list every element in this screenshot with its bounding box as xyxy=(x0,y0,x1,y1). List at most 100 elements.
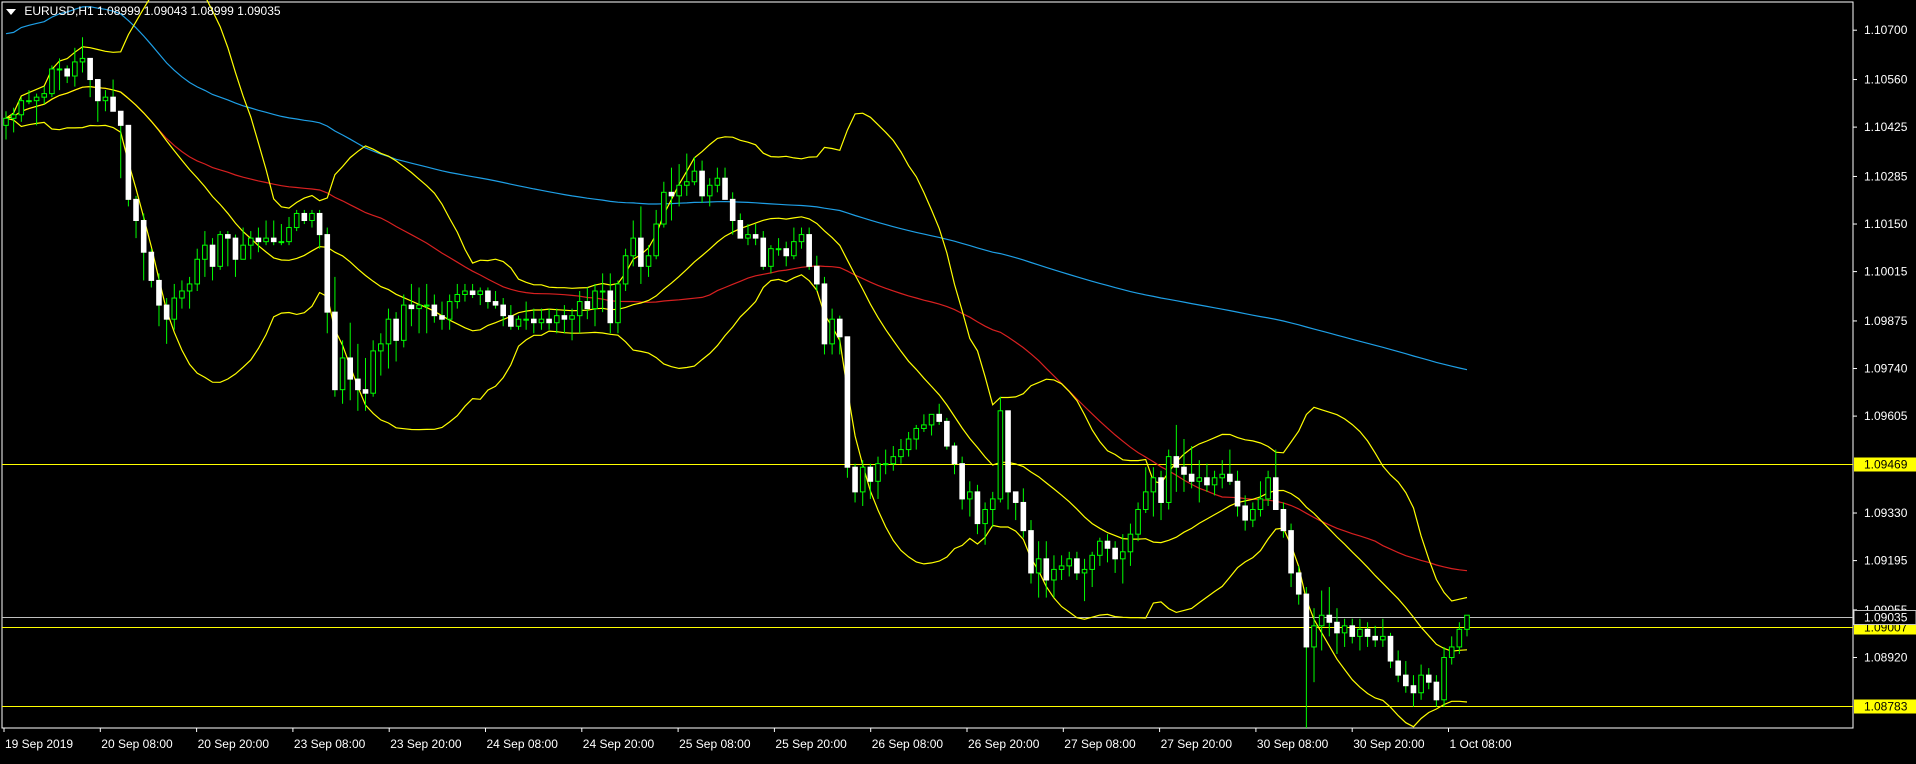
bullish-candle xyxy=(18,100,25,116)
bearish-candle xyxy=(546,318,552,324)
bearish-candle xyxy=(1012,491,1019,503)
bearish-candle xyxy=(959,463,965,500)
bearish-candle xyxy=(87,57,93,81)
bearish-candle xyxy=(729,198,736,222)
chart-menu-triangle-icon[interactable] xyxy=(6,8,16,15)
bullish-candle xyxy=(1196,477,1203,482)
bullish-candle xyxy=(10,114,17,119)
bullish-candle xyxy=(247,237,254,246)
y-tick-label: 1.09330 xyxy=(1864,506,1908,520)
bullish-candle xyxy=(385,318,392,345)
bearish-candle xyxy=(1295,572,1302,595)
bullish-candle xyxy=(1135,508,1141,535)
bullish-candle xyxy=(339,357,346,391)
price-chart[interactable]: 1.10700 1.10560 1.10425 1.10285 1.10150 1.100… xyxy=(0,0,1916,764)
bullish-candle xyxy=(875,463,881,482)
bearish-candle xyxy=(1074,558,1080,574)
bearish-candle xyxy=(752,234,759,239)
bearish-candle xyxy=(209,244,216,267)
bearish-candle xyxy=(316,212,323,236)
bearish-candle xyxy=(1280,508,1287,532)
bearish-candle xyxy=(1188,473,1195,482)
bullish-candle xyxy=(1418,674,1424,694)
x-tick-label: 30 Sep 20:00 xyxy=(1353,737,1425,751)
bearish-candle xyxy=(140,220,147,253)
bullish-candle xyxy=(263,237,269,243)
bullish-candle xyxy=(309,212,315,222)
bearish-candle xyxy=(1387,635,1394,662)
bullish-candle xyxy=(683,181,690,186)
chart-header: EURUSD,H1 1.08999 1.09043 1.08999 1.0903… xyxy=(6,4,281,18)
bullish-candle xyxy=(1456,628,1463,648)
bullish-candle xyxy=(454,294,461,303)
x-tick-label: 26 Sep 08:00 xyxy=(872,737,944,751)
bearish-candle xyxy=(508,315,514,327)
bearish-candle xyxy=(439,315,445,320)
bearish-candle xyxy=(270,237,277,243)
bearish-candle xyxy=(1227,473,1233,482)
bullish-candle xyxy=(1058,565,1065,570)
bearish-candle xyxy=(668,191,675,197)
ma-fast-line xyxy=(5,85,1468,572)
y-tick-label: 1.09875 xyxy=(1864,314,1908,328)
symbol-label: EURUSD,H1 xyxy=(24,4,94,18)
bearish-candle xyxy=(125,124,132,200)
x-tick-label: 27 Sep 20:00 xyxy=(1161,737,1233,751)
bullish-candle xyxy=(553,315,560,324)
bullish-candle xyxy=(3,117,9,126)
bearish-candle xyxy=(561,315,568,320)
bearish-candle xyxy=(1372,635,1379,641)
bearish-candle xyxy=(117,110,124,126)
y-tick-label: 1.09740 xyxy=(1864,362,1908,376)
bearish-candle xyxy=(1028,530,1034,574)
y-tick-label: 1.10560 xyxy=(1864,73,1908,87)
bullish-candle xyxy=(645,255,652,267)
bearish-candle xyxy=(852,466,858,493)
x-tick-label: 24 Sep 20:00 xyxy=(583,737,655,751)
bearish-candle xyxy=(64,68,70,77)
bullish-candle xyxy=(1165,456,1172,503)
bearish-candle xyxy=(737,220,744,239)
bullish-candle xyxy=(768,248,774,267)
bearish-candle xyxy=(347,357,354,380)
bullish-candle xyxy=(102,96,109,102)
bearish-candle xyxy=(1395,660,1401,676)
bearish-candle xyxy=(1020,501,1027,532)
bullish-candle xyxy=(1380,635,1386,641)
y-tick-label: 1.09605 xyxy=(1864,409,1908,423)
bullish-candle xyxy=(913,427,920,440)
bearish-candle xyxy=(722,177,728,200)
bearish-candle xyxy=(867,466,874,482)
bearish-candle xyxy=(936,413,942,422)
bullish-candle xyxy=(1150,477,1157,493)
bullish-candle xyxy=(523,318,529,321)
bearish-candle xyxy=(1234,480,1241,507)
bullish-candle xyxy=(745,234,751,239)
bullish-candle xyxy=(41,93,48,98)
bearish-candle xyxy=(431,304,438,317)
y-tick-label: 1.10285 xyxy=(1864,169,1908,183)
bullish-candle xyxy=(1250,508,1256,521)
bullish-candle xyxy=(1081,568,1088,574)
bearish-candle xyxy=(783,248,790,257)
bullish-candle xyxy=(171,297,178,320)
bearish-candle xyxy=(1158,477,1164,503)
bearish-candle xyxy=(232,237,239,260)
bearish-candle xyxy=(1173,456,1180,468)
bearish-candle xyxy=(951,445,958,465)
bullish-candle xyxy=(1257,498,1264,510)
x-tick-label: 1 Oct 08:00 xyxy=(1450,737,1512,751)
bullish-candle xyxy=(26,100,32,103)
x-tick-label: 19 Sep 2019 xyxy=(5,737,73,751)
bearish-candle xyxy=(485,290,491,303)
bearish-candle xyxy=(1043,558,1050,581)
bearish-candle xyxy=(110,96,116,112)
bullish-candle xyxy=(217,234,223,267)
bearish-candle xyxy=(1410,685,1417,694)
bullish-candle xyxy=(477,290,484,296)
bullish-candle xyxy=(33,96,40,102)
bearish-candle xyxy=(944,420,950,447)
x-tick-label: 23 Sep 20:00 xyxy=(390,737,462,751)
bearish-candle xyxy=(492,301,499,306)
bearish-candle xyxy=(1288,530,1294,574)
